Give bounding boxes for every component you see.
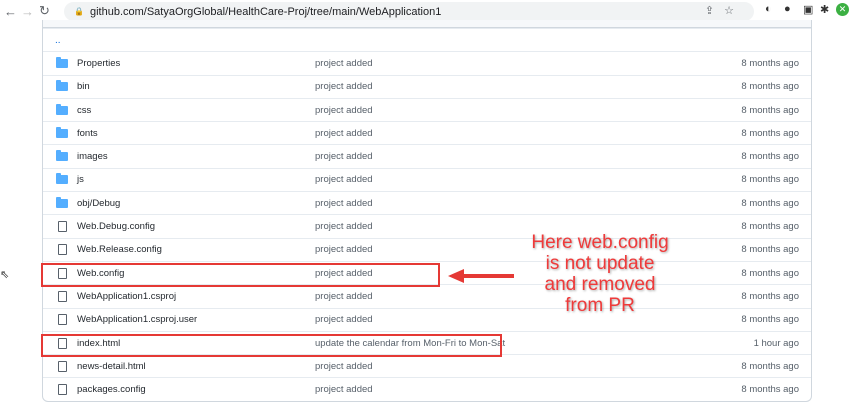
- share-icon[interactable]: ⇪: [705, 5, 724, 17]
- commit-age: 8 months ago: [741, 197, 799, 209]
- commit-age: 8 months ago: [741, 244, 799, 256]
- annotation-line: from PR: [565, 295, 635, 316]
- file-name-link[interactable]: Web.Release.config: [77, 244, 315, 255]
- file-row[interactable]: bin project added 8 months ago: [43, 74, 811, 98]
- address-bar[interactable]: 🔒 github.com/SatyaOrgGlobal/HealthCare-P…: [64, 2, 754, 21]
- extension-icon[interactable]: ◐: [765, 3, 772, 15]
- annotation-note: Here web.config is not update and remove…: [520, 232, 680, 316]
- folder-icon: [47, 80, 77, 92]
- commit-message-link[interactable]: project added: [315, 361, 711, 372]
- annotation-line: Here web.config: [531, 232, 669, 253]
- file-row[interactable]: Properties project added 8 months ago: [43, 51, 811, 74]
- file-row[interactable]: WebApplication1.csproj project added 8 m…: [43, 284, 811, 307]
- commit-age: 8 months ago: [741, 384, 799, 396]
- back-icon[interactable]: ←: [2, 4, 19, 19]
- forward-icon[interactable]: →: [19, 4, 36, 19]
- file-name-link[interactable]: fonts: [77, 128, 315, 139]
- browser-toolbar: ← → ↻ 🔒 github.com/SatyaOrgGlobal/Health…: [0, 0, 850, 22]
- file-icon: [47, 314, 77, 326]
- highlight-box: [41, 334, 502, 357]
- file-name-link[interactable]: WebApplication1.csproj.user: [77, 314, 315, 325]
- commit-message-link[interactable]: project added: [315, 221, 711, 232]
- arrow-icon: [448, 269, 514, 283]
- parent-directory-row[interactable]: ..: [43, 28, 811, 51]
- file-icon: [47, 244, 77, 256]
- commit-age: 8 months ago: [741, 314, 799, 326]
- commit-age: 8 months ago: [741, 104, 799, 116]
- star-icon[interactable]: ☆: [724, 5, 744, 17]
- commit-message-link[interactable]: project added: [315, 128, 711, 139]
- file-name-link[interactable]: bin: [77, 81, 315, 92]
- file-name-link[interactable]: Web.Debug.config: [77, 221, 315, 232]
- reload-icon[interactable]: ↻: [36, 3, 53, 19]
- file-row[interactable]: obj/Debug project added 8 months ago: [43, 191, 811, 214]
- commit-age: 8 months ago: [741, 174, 799, 186]
- folder-icon: [47, 173, 77, 185]
- file-icon: [47, 290, 77, 302]
- commit-age: 1 hour ago: [753, 337, 799, 349]
- commit-message-link[interactable]: project added: [315, 174, 711, 185]
- file-name-link[interactable]: news-detail.html: [77, 361, 315, 372]
- commit-message-link[interactable]: project added: [315, 198, 711, 209]
- file-icon: [47, 360, 77, 372]
- commit-message-link[interactable]: project added: [315, 151, 711, 162]
- lock-icon: 🔒: [74, 7, 84, 16]
- commit-age: 8 months ago: [741, 127, 799, 139]
- file-row[interactable]: news-detail.html project added 8 months …: [43, 354, 811, 377]
- file-name-link[interactable]: WebApplication1.csproj: [77, 291, 315, 302]
- file-row[interactable]: images project added 8 months ago: [43, 144, 811, 167]
- commit-age: 8 months ago: [741, 290, 799, 302]
- folder-icon: [47, 150, 77, 162]
- file-name-link[interactable]: css: [77, 105, 315, 116]
- mouse-cursor-icon: ⇖: [0, 269, 10, 281]
- file-icon: [47, 221, 77, 233]
- commit-age: 8 months ago: [741, 57, 799, 69]
- file-row[interactable]: Web.Debug.config project added 8 months …: [43, 214, 811, 237]
- parent-link[interactable]: ..: [43, 35, 61, 46]
- commit-age: 8 months ago: [741, 267, 799, 279]
- commit-message-link[interactable]: project added: [315, 81, 711, 92]
- avatar[interactable]: ✕: [836, 3, 849, 16]
- file-name-link[interactable]: images: [77, 151, 315, 162]
- commit-age: 8 months ago: [741, 81, 799, 93]
- url-text: github.com/SatyaOrgGlobal/HealthCare-Pro…: [89, 5, 442, 18]
- file-list-header: [43, 20, 811, 28]
- puzzle-icon[interactable]: ✱: [820, 3, 829, 16]
- file-name-link[interactable]: js: [77, 174, 315, 185]
- commit-message-link[interactable]: project added: [315, 105, 711, 116]
- folder-icon: [47, 56, 77, 68]
- commit-message-link[interactable]: project added: [315, 58, 711, 69]
- highlight-box: [41, 263, 440, 287]
- file-row[interactable]: js project added 8 months ago: [43, 167, 811, 191]
- file-icon: [47, 384, 77, 396]
- file-row[interactable]: Web.Release.config project added 8 month…: [43, 237, 811, 261]
- file-row[interactable]: fonts project added 8 months ago: [43, 121, 811, 144]
- extension-icon[interactable]: ●: [784, 3, 791, 15]
- folder-icon: [47, 126, 77, 138]
- commit-age: 8 months ago: [741, 221, 799, 233]
- commit-age: 8 months ago: [741, 151, 799, 163]
- annotation-line: is not update: [545, 253, 655, 274]
- commit-age: 8 months ago: [741, 360, 799, 372]
- extension-icon[interactable]: ▣: [803, 3, 813, 16]
- file-name-link[interactable]: Properties: [77, 58, 315, 69]
- annotation-line: and removed: [544, 274, 656, 295]
- folder-icon: [47, 103, 77, 115]
- commit-message-link[interactable]: project added: [315, 384, 711, 395]
- file-name-link[interactable]: obj/Debug: [77, 198, 315, 209]
- file-row[interactable]: packages.config project added 8 months a…: [43, 377, 811, 400]
- file-row[interactable]: WebApplication1.csproj.user project adde…: [43, 307, 811, 331]
- file-row[interactable]: css project added 8 months ago: [43, 97, 811, 121]
- file-name-link[interactable]: packages.config: [77, 384, 315, 395]
- folder-icon: [47, 196, 77, 208]
